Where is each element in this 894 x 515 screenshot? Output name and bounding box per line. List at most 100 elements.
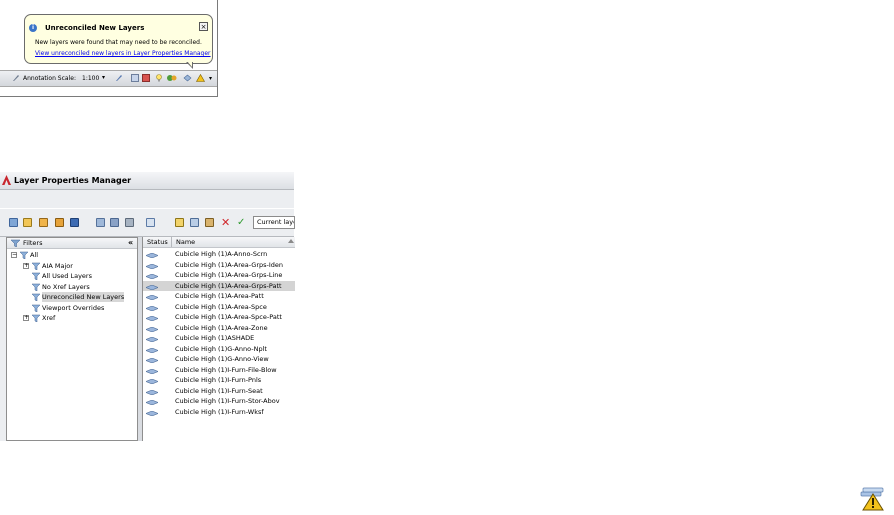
layer-status-icon <box>145 368 159 374</box>
gear-filter-icon <box>31 262 41 270</box>
filter-icon <box>31 283 41 291</box>
layer-notification-icon[interactable] <box>183 74 192 82</box>
expand-icon[interactable]: + <box>23 262 29 269</box>
window-title: Layer Properties Manager <box>14 176 132 185</box>
layer-row[interactable]: Cubicle High (1)A-Area-Patt <box>143 291 295 301</box>
filters-header: Filters « <box>7 238 137 249</box>
annotation-visibility-icon[interactable] <box>115 74 123 82</box>
annotation-scale-dropdown[interactable]: 1:100 <box>82 75 99 82</box>
new-layer-vp-frozen-icon[interactable] <box>190 218 199 227</box>
delete-layer-icon[interactable]: ✕ <box>221 217 231 228</box>
layer-status-icon <box>145 336 159 343</box>
layer-name: Cubicle High (1)A-Area-Zone <box>175 323 268 332</box>
layer-name: Cubicle High (1)I-Furn-Stor-Abov <box>175 397 280 405</box>
info-icon: i <box>29 24 37 32</box>
layer-status-icon <box>145 410 159 416</box>
filter-tree-label: Xref <box>42 314 56 322</box>
workspace-icon[interactable] <box>142 74 150 82</box>
layer-status-icon <box>145 389 159 395</box>
new-layer-icon[interactable] <box>175 218 184 227</box>
layer-status-icon <box>145 273 159 280</box>
layer-row[interactable]: Cubicle High (1)I-Furn-Wksf <box>143 407 295 417</box>
layer-status-icon <box>145 284 159 290</box>
layer-name: Cubicle High (1)A-Area-Spce-Patt <box>175 313 282 321</box>
layer-row[interactable]: Cubicle High (1)I-Furn-Pnls <box>143 375 295 385</box>
filter-icon <box>31 272 41 281</box>
filter-icon <box>31 293 41 302</box>
layer-name: Cubicle High (1)A-Area-Spce <box>175 302 267 311</box>
toolbar-lock-icon[interactable] <box>131 74 139 82</box>
layer-name: Cubicle High (1)A-Area-Grps-Iden <box>175 260 284 269</box>
layer-row[interactable]: Cubicle High (1)A-Area-Grps-Iden <box>143 260 295 270</box>
layer-status-icon <box>145 294 159 301</box>
new-group-filter-icon[interactable] <box>23 218 32 227</box>
expand-icon[interactable]: + <box>23 315 29 321</box>
column-header-status[interactable]: Status <box>147 238 168 246</box>
window-titlebar[interactable]: Layer Properties Manager <box>0 172 294 190</box>
layer-name: Cubicle High (1)I-Furn-Wksf <box>175 407 264 416</box>
save-icon[interactable] <box>70 218 79 227</box>
filter-tree-item[interactable]: Unreconciled New Layers <box>7 292 137 302</box>
filter-list-icon[interactable] <box>110 218 119 227</box>
filter-tree-item[interactable]: + AIA Major <box>7 261 137 271</box>
filters-tree-pane: Filters « − All + AIA Major All Used Layers N… <box>6 237 138 441</box>
layer-row[interactable]: Cubicle High (1)G-Anno-Nplt <box>143 344 295 354</box>
layer-name: Cubicle High (1)A-Area-Grps-Line <box>175 271 283 279</box>
close-icon[interactable]: × <box>199 22 208 31</box>
layer-status-icon <box>145 263 159 269</box>
layer-properties-icon[interactable] <box>205 218 214 227</box>
layer-warning-tray-icon[interactable] <box>858 486 887 512</box>
layer-row[interactable]: Cubicle High (1)A-Area-Spce-Patt <box>143 312 295 322</box>
filter-tree-item[interactable]: − All <box>7 250 137 260</box>
layer-row[interactable]: Cubicle High (1)I-Furn-File-Blow <box>143 365 295 375</box>
collapse-filters-button[interactable]: « <box>128 238 133 247</box>
filter-tree-item[interactable]: Viewport Overrides <box>7 303 137 313</box>
layer-status-icon <box>145 378 159 385</box>
layer-status-icon <box>145 399 159 406</box>
new-property-filter-icon[interactable] <box>9 218 18 227</box>
filter-stack-icon[interactable] <box>125 218 134 227</box>
sort-ascending-icon <box>288 239 294 243</box>
layer-row[interactable]: Cubicle High (1)A-Area-Spce <box>143 302 295 312</box>
layer-status-icon <box>145 347 159 353</box>
column-header-name[interactable]: Name <box>176 238 195 246</box>
layer-row[interactable]: Cubicle High (1)A-Area-Grps-Line <box>143 270 295 280</box>
balloon-title: Unreconciled New Layers <box>45 24 145 32</box>
layer-row[interactable]: Cubicle High (1)ASHADE <box>143 333 295 343</box>
layer-row[interactable]: Cubicle High (1)A-Anno-Scrn <box>143 249 295 259</box>
set-current-checkmark-icon[interactable]: ✓ <box>237 217 247 228</box>
layer-row[interactable]: Cubicle High (1)G-Anno-View <box>143 354 295 364</box>
layer-manager-link[interactable]: View unreconciled new layers in Layer Pr… <box>35 50 211 57</box>
layer-name: Cubicle High (1)I-Furn-Seat <box>175 386 263 395</box>
chevron-down-icon[interactable]: ▾ <box>102 74 105 81</box>
isolate-objects-icon[interactable] <box>167 74 177 82</box>
annotation-scale-icon[interactable] <box>12 74 20 82</box>
filter-tree-label: Unreconciled New Layers <box>42 292 125 302</box>
layer-row[interactable]: Cubicle High (1)I-Furn-Stor-Abov <box>143 396 295 406</box>
status-tray-menu-icon[interactable]: ▾ <box>209 75 212 82</box>
layer-row[interactable]: Cubicle High (1)A-Area-Grps-Patt <box>143 280 295 291</box>
filter-tree-item[interactable]: + Xref <box>7 313 137 323</box>
filter-tree-label: All Used Layers <box>42 272 92 280</box>
collapse-icon[interactable]: − <box>11 252 17 258</box>
layer-name: Cubicle High (1)A-Anno-Scrn <box>175 250 268 258</box>
layer-list-pane: Status Name Cubicle High (1)A-Anno-Scrn C… <box>142 237 295 441</box>
layer-row[interactable]: Cubicle High (1)A-Area-Zone <box>143 323 295 333</box>
autocad-logo-icon <box>2 175 11 185</box>
layer-row[interactable]: Cubicle High (1)I-Furn-Seat <box>143 386 295 396</box>
filter-tree-item[interactable]: All Used Layers <box>7 271 137 281</box>
balloon-message: New layers were found that may need to b… <box>35 39 202 46</box>
layer-list-header: Status Name <box>143 237 295 248</box>
layer-toolbar: ✕ ✓ Current laye <box>0 209 295 237</box>
warning-icon[interactable] <box>195 73 206 82</box>
filter-grid-icon[interactable] <box>96 218 105 227</box>
filter-tree-item[interactable]: No Xref Layers <box>7 282 137 292</box>
layer-name: Cubicle High (1)A-Area-Patt <box>175 292 264 300</box>
layer-states-manager-icon[interactable] <box>39 218 48 227</box>
layer-status-icon <box>145 326 159 332</box>
layer-delete-filter-icon[interactable] <box>146 218 155 227</box>
layer-status-icon <box>145 315 159 322</box>
layer-settings-icon[interactable] <box>55 218 64 227</box>
filter-tree-label: All <box>30 251 39 259</box>
lightbulb-icon[interactable] <box>155 74 163 82</box>
